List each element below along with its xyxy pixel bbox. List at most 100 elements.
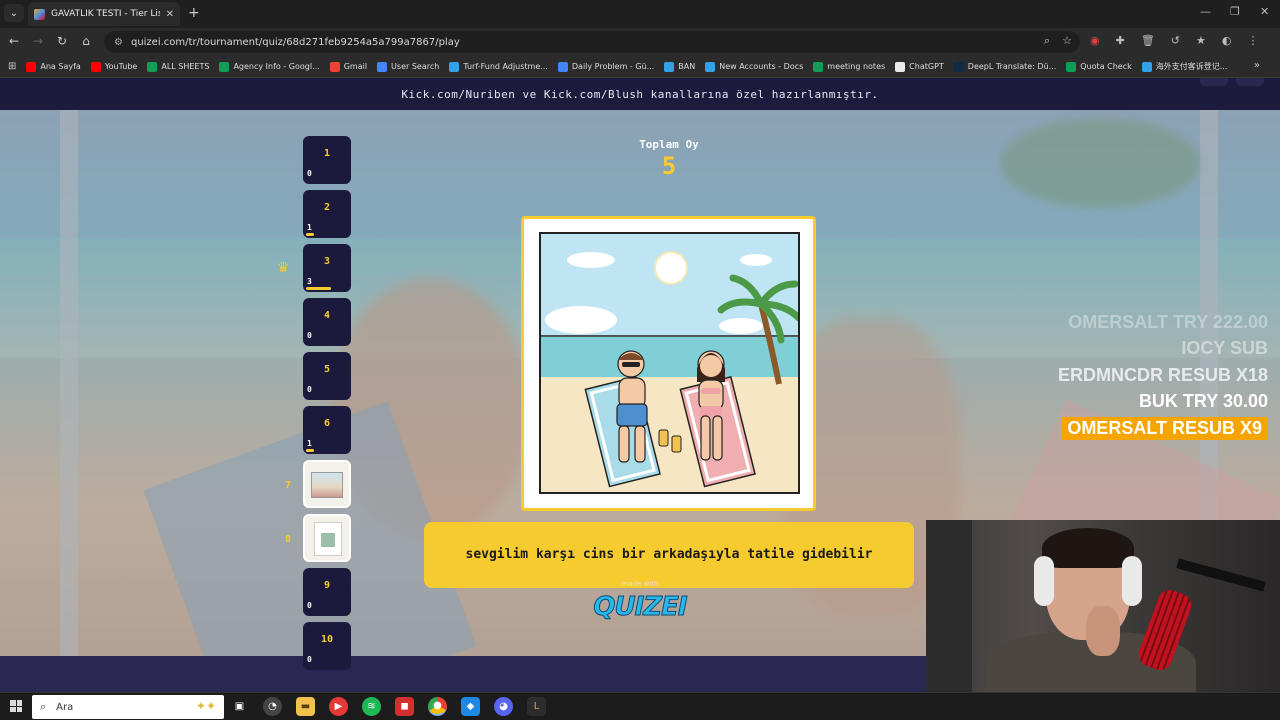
slot-number: 10 [320,634,334,645]
bookmark-icon [329,61,340,72]
total-votes-label: Toplam Oy [639,138,699,151]
slot-votes: 0 [307,655,312,664]
vote-slot[interactable]: ♛ 3 3 [277,244,351,292]
bookmark-item[interactable]: Agency Info - Googl... [219,61,320,72]
menu-icon[interactable]: ⋮ [1248,34,1259,47]
trash-icon[interactable]: 🗑 [1141,34,1155,47]
chrome-icon[interactable]: ● [428,697,447,716]
slot-number: 8 [285,534,292,545]
vote-slot[interactable]: 4 0 [303,298,351,346]
task-view-icon[interactable]: ▣ [230,697,249,716]
bookmark-icon [26,61,37,72]
vote-slot-thumbnail[interactable]: 7 [285,460,351,508]
app-icon[interactable]: ◔ [263,697,282,716]
banner-text: Kick.com/Nuriben ve Kick.com/Blush kanal… [401,87,879,101]
header-button[interactable] [1236,78,1264,86]
slot-number: 1 [323,148,331,159]
browser-tab[interactable]: GAVATLIK TESTİ - Tier List, Kör ✕ [28,2,180,26]
header-button[interactable] [1200,78,1228,86]
bookmark-icon [449,61,460,72]
home-icon[interactable]: ⌂ [78,34,94,48]
back-icon[interactable]: ← [6,34,22,48]
stream-alert: IOCY SUB [1181,338,1268,358]
slot-votes: 0 [307,385,312,394]
slot-votes: 0 [307,601,312,610]
search-icon: ⌕ [40,700,47,713]
webcam-person [1042,528,1134,568]
bookmark-item[interactable]: Daily Problem - Gü... [557,61,654,72]
bookmark-icon [147,61,158,72]
app-icon[interactable]: ◼ [395,697,414,716]
bookmark-item[interactable]: Gmail [329,61,367,72]
bookmark-icon [90,61,101,72]
vote-slot[interactable]: 2 1 [303,190,351,238]
bookmarks-icon[interactable]: ★ [1196,34,1206,47]
slot-thumbnail-image [314,522,342,556]
site-info-icon[interactable]: ⚙ [114,37,123,48]
vote-slot[interactable]: 10 0 [303,622,351,670]
history-icon[interactable]: ↺ [1171,34,1180,47]
quiz-image-card[interactable] [521,216,816,511]
crown-icon: ♛ [277,260,290,276]
bookmark-item[interactable]: ChatGPT [895,61,944,72]
bookmark-item[interactable]: Turf-Fund Adjustme... [449,61,548,72]
bookmark-item[interactable]: New Accounts - Docs [705,61,803,72]
bookmark-item[interactable]: BAN [664,61,695,72]
chevron-more-icon[interactable]: » [1254,60,1260,71]
file-explorer-icon[interactable]: ▬ [296,697,315,716]
slot-number: 7 [285,480,292,491]
slot-votes: 1 [307,439,312,448]
extensions-puzzle-icon[interactable]: ✚ [1116,34,1125,47]
game-launcher-icon[interactable]: Ⅼ [527,697,546,716]
address-bar[interactable]: ⚙ quizei.com/tr/tournament/quiz/68d271fe… [104,31,1080,53]
vote-slot[interactable]: 1 0 [303,136,351,184]
stream-alert: BUK TRY 30.00 [1138,391,1268,411]
slot-votes: 3 [307,277,312,286]
vote-slot-thumbnail[interactable]: 8 [285,514,351,562]
restore-icon[interactable]: ❐ [1230,5,1240,18]
apps-icon[interactable]: ⊞ [8,61,16,72]
bookmark-item[interactable]: meeting notes [813,61,885,72]
bookmark-star-icon[interactable]: ☆ [1062,34,1072,48]
bookmark-item[interactable]: DeepL Translate: Dü... [953,61,1056,72]
bookmark-item[interactable]: Quota Check [1066,61,1132,72]
zoom-icon[interactable]: ⌕ [1044,34,1050,48]
url-text[interactable]: quizei.com/tr/tournament/quiz/68d271feb9… [131,37,460,48]
vote-progress-bar [306,449,314,452]
spotify-icon[interactable]: ≋ [362,697,381,716]
slot-number: 9 [323,580,331,591]
new-tab-button[interactable]: + [188,5,200,21]
extension-icon[interactable]: ◉ [1090,34,1100,47]
slot-number: 3 [323,256,331,267]
bookmark-icon [813,61,824,72]
minimize-icon[interactable]: — [1200,5,1211,18]
bookmark-item[interactable]: Ana Sayfa [26,61,81,72]
app-icon[interactable]: ◆ [461,697,480,716]
quiz-option-caption[interactable]: sevgilim karşı cins bir arkadaşıyla tati… [424,522,914,588]
bookmark-item[interactable]: ALL SHEETS [147,61,209,72]
vote-slot[interactable]: 6 1 [303,406,351,454]
bookmark-item[interactable]: 海外支付客诉登记... [1141,61,1227,72]
reload-icon[interactable]: ↻ [54,34,70,48]
discord-icon[interactable]: ◕ [494,697,513,716]
caption-text: sevgilim karşı cins bir arkadaşıyla tati… [465,547,873,562]
webcam-person [1086,606,1120,656]
media-player-icon[interactable]: ▶ [329,697,348,716]
profile-avatar-icon[interactable]: ◐ [1222,34,1232,47]
close-window-icon[interactable]: ✕ [1260,5,1269,18]
bookmark-icon [953,61,964,72]
taskbar-search[interactable]: ⌕ Ara ✦✦ [32,695,224,719]
vote-slot[interactable]: 9 0 [303,568,351,616]
vote-slot[interactable]: 5 0 [303,352,351,400]
windows-start-icon[interactable] [10,700,22,712]
quizei-logo[interactable]: QUIZEI [590,592,690,623]
slot-votes: 0 [307,331,312,340]
headset-icon [1122,556,1142,606]
bookmark-item[interactable]: User Search [377,61,439,72]
bookmark-icon [377,61,388,72]
headset-icon [1034,556,1054,606]
forward-icon[interactable]: → [30,34,46,48]
tab-search-button[interactable]: ⌄ [4,4,24,22]
bookmark-item[interactable]: YouTube [90,61,137,72]
close-icon[interactable]: ✕ [166,9,174,20]
